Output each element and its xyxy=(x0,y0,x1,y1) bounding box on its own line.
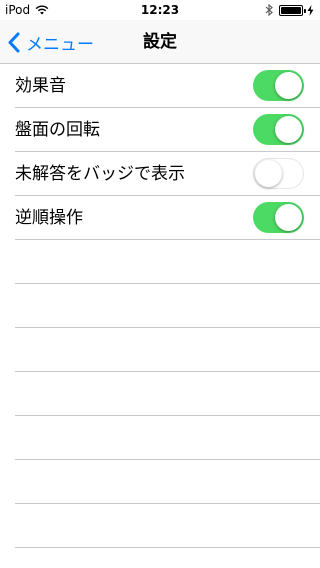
battery-icon xyxy=(279,4,306,16)
setting-row-sound-effects: 効果音 xyxy=(15,64,320,108)
setting-row-reverse-operation: 逆順操作 xyxy=(15,196,320,240)
status-right xyxy=(265,4,314,16)
empty-row xyxy=(15,460,320,504)
setting-label: 逆順操作 xyxy=(15,208,83,228)
empty-row xyxy=(15,416,320,460)
setting-label: 盤面の回転 xyxy=(15,120,100,140)
toggle-knob xyxy=(254,159,282,187)
toggle-knob xyxy=(275,116,302,143)
navigation-bar: メニュー 設定 xyxy=(0,20,320,64)
empty-row xyxy=(15,328,320,372)
toggle-knob xyxy=(275,204,302,231)
empty-row xyxy=(15,504,320,548)
settings-list: 効果音 盤面の回転 未解答をバッジで表示 逆順操作 xyxy=(0,64,320,548)
setting-label: 未解答をバッジで表示 xyxy=(15,164,185,184)
empty-row xyxy=(15,240,320,284)
setting-row-board-rotation: 盤面の回転 xyxy=(15,108,320,152)
charging-icon xyxy=(307,4,314,16)
battery-fill xyxy=(281,6,301,14)
unanswered-badge-toggle[interactable] xyxy=(253,158,304,189)
empty-row xyxy=(15,284,320,328)
bluetooth-icon xyxy=(265,4,273,16)
status-bar: iPod 12:23 xyxy=(0,0,320,20)
board-rotation-toggle[interactable] xyxy=(253,114,304,145)
reverse-operation-toggle[interactable] xyxy=(253,202,304,233)
setting-label: 効果音 xyxy=(15,76,66,96)
empty-row xyxy=(15,372,320,416)
back-button-label: メニュー xyxy=(26,34,94,55)
back-button[interactable]: メニュー xyxy=(8,20,94,64)
chevron-left-icon xyxy=(8,32,20,52)
battery-tip xyxy=(304,8,306,13)
setting-row-unanswered-badge: 未解答をバッジで表示 xyxy=(15,152,320,196)
toggle-knob xyxy=(275,72,302,99)
sound-effects-toggle[interactable] xyxy=(253,70,304,101)
